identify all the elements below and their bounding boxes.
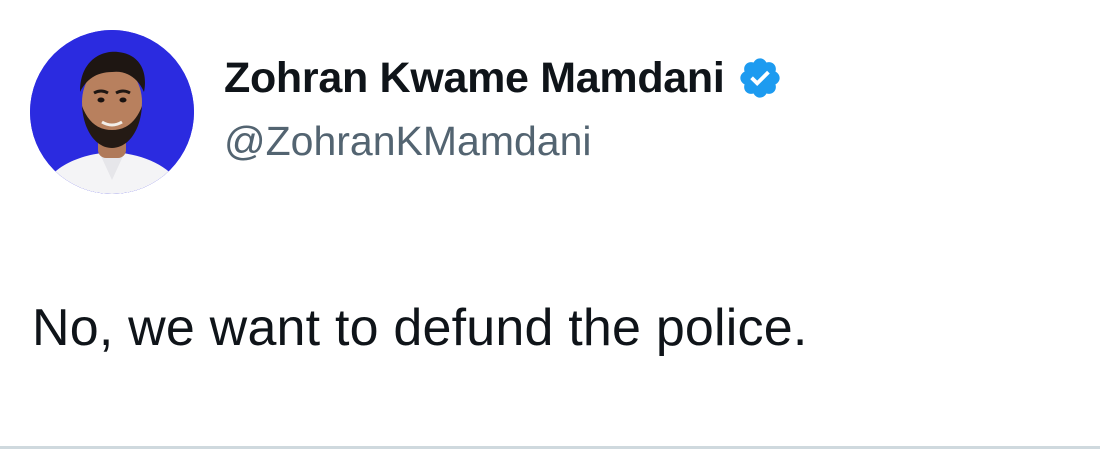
name-row: Zohran Kwame Mamdani — [224, 52, 783, 104]
tweet-card: Zohran Kwame Mamdani @ZohranKMamdani No,… — [0, 0, 1100, 449]
avatar[interactable] — [30, 30, 194, 194]
display-name[interactable]: Zohran Kwame Mamdani — [224, 54, 725, 103]
verified-badge-icon — [737, 55, 783, 101]
author-block: Zohran Kwame Mamdani @ZohranKMamdani — [224, 52, 783, 165]
user-handle[interactable]: @ZohranKMamdani — [224, 118, 783, 165]
tweet-text: No, we want to defund the police. — [32, 299, 808, 357]
profile-photo-icon — [30, 30, 194, 194]
